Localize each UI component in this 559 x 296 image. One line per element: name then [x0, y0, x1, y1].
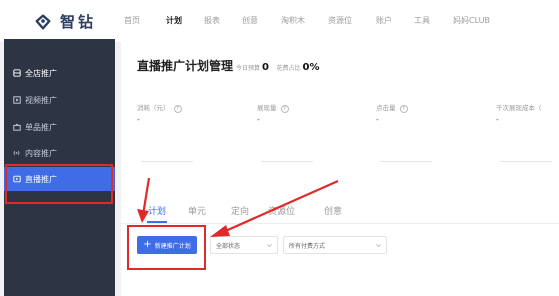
annotation-arrow-down [141, 177, 151, 216]
annotation-arrowhead-left [210, 225, 230, 237]
annotation-arrow-left [220, 179, 339, 235]
annotation-arrows [137, 177, 339, 237]
annotation-arrowhead-down [137, 209, 149, 223]
